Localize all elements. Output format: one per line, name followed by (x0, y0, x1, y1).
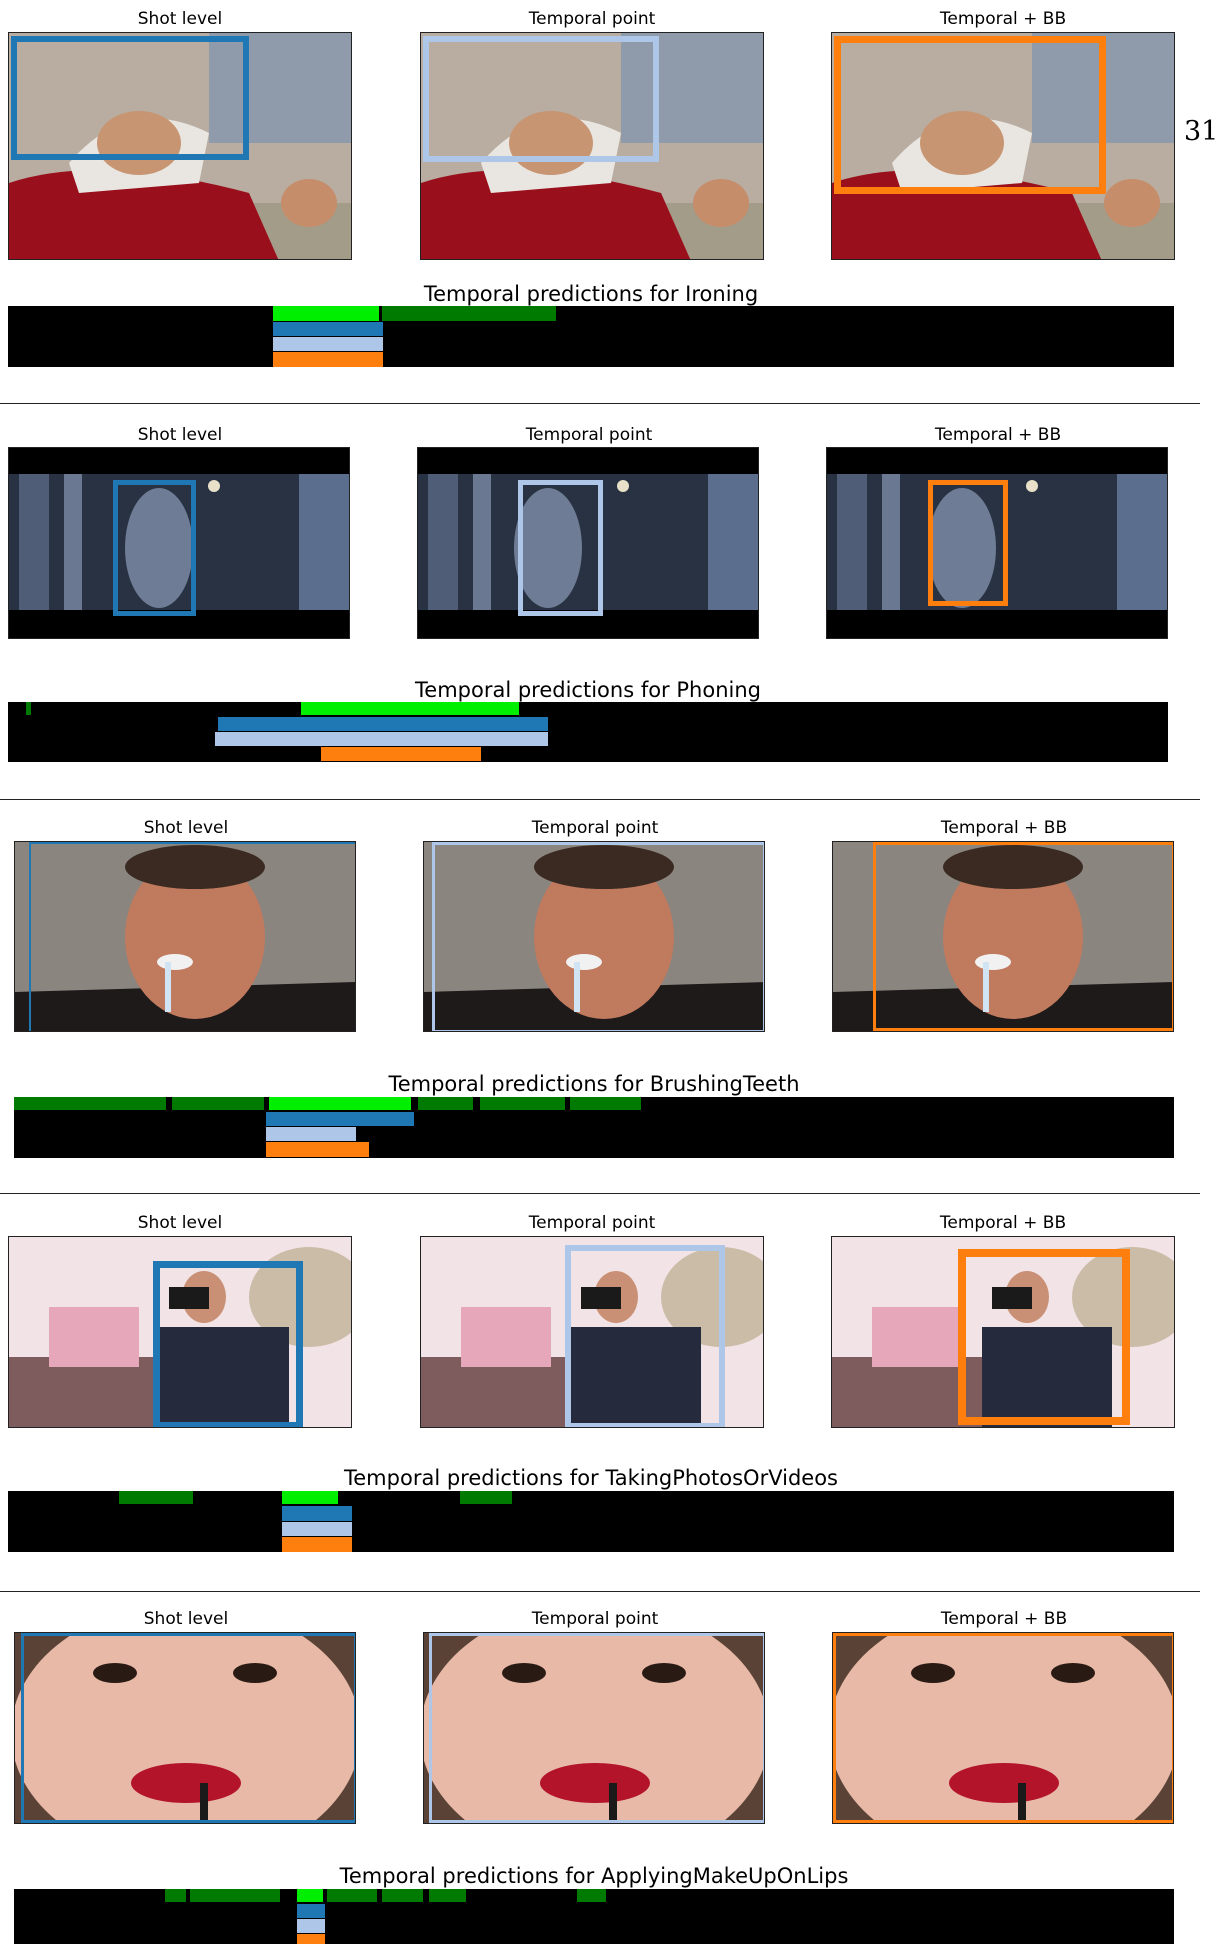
prediction-box-shot-level (113, 480, 196, 616)
temporal-point-title: Temporal point (531, 818, 659, 838)
video-frame-temporal-point (417, 447, 759, 639)
timeline-applying-makeup (14, 1889, 1174, 1944)
example-ironing: Shot level Temporal point Temporal + BB … (0, 0, 1215, 404)
gt-segment (301, 702, 519, 715)
point-prediction-segment (266, 1127, 356, 1141)
example-applying-makeup: Shot level Temporal point Temporal + BB … (0, 1592, 1215, 1944)
timeline-ironing (8, 306, 1174, 367)
gt-segment (282, 1491, 338, 1504)
shot-level-title: Shot level (137, 1213, 223, 1233)
timeline-title-brushing-teeth: Temporal predictions for BrushingTeeth (388, 1072, 800, 1096)
example-phoning: Shot level Temporal point Temporal + BB … (0, 404, 1215, 800)
timeline-title-taking-photos: Temporal predictions for TakingPhotosOrV… (344, 1466, 838, 1490)
prediction-box-temporal-bb (928, 480, 1008, 606)
temporal-bb-title: Temporal + BB (940, 1609, 1068, 1629)
gt-segment (273, 306, 379, 321)
video-frame-temporal-bb (831, 32, 1175, 260)
gt-segment (26, 702, 31, 715)
bb-prediction-segment (282, 1537, 352, 1552)
video-frame-temporal-bb (832, 841, 1174, 1032)
gt-segment (418, 1097, 473, 1110)
video-frame-temporal-bb (831, 1236, 1175, 1428)
point-prediction-segment (215, 732, 548, 746)
shot-level-title: Shot level (137, 425, 223, 445)
prediction-box-shot-level (153, 1261, 303, 1427)
video-frame-shot-level (8, 32, 352, 260)
prediction-box-temporal-bb (873, 842, 1173, 1031)
prediction-box-temporal-point (432, 842, 764, 1031)
video-frame-shot-level (14, 1632, 356, 1824)
gt-segment (297, 1889, 323, 1902)
temporal-bb-title: Temporal + BB (940, 818, 1068, 838)
timeline-title-ironing: Temporal predictions for Ironing (423, 282, 759, 306)
prediction-box-temporal-bb (958, 1249, 1130, 1425)
gt-segment (480, 1097, 565, 1110)
prediction-box-temporal-bb (833, 1633, 1173, 1823)
point-prediction-segment (273, 337, 383, 351)
video-frame-temporal-point (420, 32, 764, 260)
bb-prediction-segment (273, 352, 383, 367)
gt-segment (382, 1889, 423, 1902)
video-frame-shot-level (8, 1236, 352, 1428)
gt-segment (382, 306, 556, 321)
video-frame-shot-level (8, 447, 350, 639)
timeline-phoning (8, 702, 1168, 762)
gt-segment (429, 1889, 466, 1902)
gt-segment (460, 1491, 512, 1504)
video-frame-temporal-bb (832, 1632, 1174, 1824)
temporal-point-title: Temporal point (528, 1213, 656, 1233)
video-frame-temporal-point (423, 841, 765, 1032)
prediction-box-temporal-point (429, 1633, 764, 1823)
point-prediction-segment (297, 1919, 325, 1933)
temporal-point-title: Temporal point (525, 425, 653, 445)
gt-segment (190, 1889, 280, 1902)
prediction-box-shot-level (21, 1633, 355, 1823)
shot-level-title: Shot level (137, 9, 223, 29)
example-taking-photos: Shot level Temporal point Temporal + BB … (0, 1194, 1215, 1592)
shot-level-title: Shot level (143, 1609, 229, 1629)
timeline-brushing-teeth (14, 1097, 1174, 1158)
prediction-box-shot-level (11, 36, 249, 160)
temporal-point-title: Temporal point (531, 1609, 659, 1629)
gt-segment (165, 1889, 186, 1902)
bb-prediction-segment (321, 747, 481, 761)
temporal-bb-title: Temporal + BB (934, 425, 1062, 445)
example-brushing-teeth: Shot level Temporal point Temporal + BB … (0, 800, 1215, 1194)
bb-prediction-segment (266, 1142, 369, 1157)
temporal-point-title: Temporal point (528, 9, 656, 29)
prediction-box-shot-level (29, 842, 355, 1031)
shot-level-title: Shot level (143, 818, 229, 838)
gt-segment (577, 1889, 606, 1902)
gt-segment (570, 1097, 641, 1110)
prediction-box-temporal-bb (834, 36, 1106, 194)
video-frame-shot-level (14, 841, 356, 1032)
bb-prediction-segment (297, 1934, 325, 1944)
video-frame-temporal-point (420, 1236, 764, 1428)
timeline-title-applying-makeup: Temporal predictions for ApplyingMakeUpO… (339, 1864, 849, 1888)
gt-segment (14, 1097, 166, 1110)
timeline-title-phoning: Temporal predictions for Phoning (415, 678, 761, 702)
gt-segment (172, 1097, 264, 1110)
temporal-bb-title: Temporal + BB (939, 1213, 1067, 1233)
timeline-taking-photos (8, 1491, 1174, 1552)
gt-segment (119, 1491, 193, 1504)
shot-prediction-segment (273, 322, 383, 336)
shot-prediction-segment (266, 1112, 414, 1126)
temporal-bb-title: Temporal + BB (939, 9, 1067, 29)
prediction-box-temporal-point (518, 480, 603, 616)
shot-prediction-segment (297, 1904, 325, 1918)
video-frame-temporal-point (423, 1632, 765, 1824)
shot-prediction-segment (282, 1506, 352, 1521)
point-prediction-segment (282, 1522, 352, 1536)
prediction-box-temporal-point (423, 36, 659, 162)
video-frame-temporal-bb (826, 447, 1168, 639)
prediction-box-temporal-point (565, 1245, 725, 1427)
gt-segment (269, 1097, 411, 1110)
gt-segment (327, 1889, 377, 1902)
shot-prediction-segment (218, 717, 548, 731)
